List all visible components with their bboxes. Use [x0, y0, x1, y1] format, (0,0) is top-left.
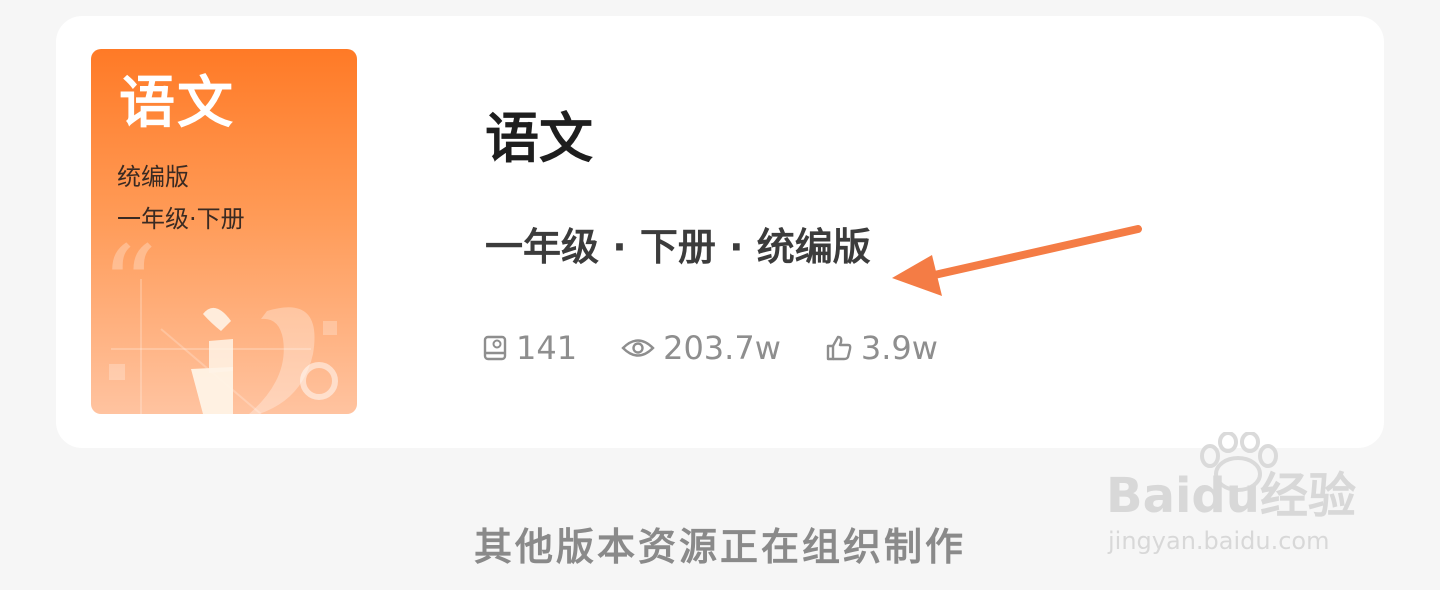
- annotation-arrow-icon: [892, 225, 1142, 296]
- lessons-icon: [483, 335, 507, 361]
- stat-likes[interactable]: 3.9w: [825, 329, 938, 367]
- book-meta: 一年级 · 下册 · 统编版: [485, 225, 871, 269]
- textbook-card[interactable]: 语文 统编版 一年级·下册 “ 语文 一年级 · 下册 · 统编版 141 20…: [56, 16, 1384, 448]
- watermark-url: jingyan.baidu.com: [1108, 527, 1330, 555]
- stats-row: 141 203.7w 3.9w: [482, 328, 982, 368]
- cover-title: 语文: [119, 70, 235, 136]
- cover-illustration: “: [101, 239, 338, 414]
- view-count: 203.7w: [663, 329, 781, 367]
- stat-lessons: 141: [482, 329, 577, 367]
- eye-icon: [621, 339, 655, 357]
- book-title[interactable]: 语文: [485, 112, 593, 166]
- svg-text:“: “: [101, 239, 157, 350]
- thumbs-up-icon[interactable]: [825, 334, 853, 362]
- cover-grade: 一年级·下册: [117, 205, 245, 233]
- cover-edition: 统编版: [117, 163, 189, 191]
- watermark-logo: Baidu经验: [1106, 468, 1356, 524]
- lesson-count: 141: [516, 329, 578, 367]
- like-count: 3.9w: [860, 329, 938, 367]
- book-cover[interactable]: 语文 统编版 一年级·下册 “: [91, 49, 357, 414]
- stat-views: 203.7w: [621, 329, 781, 367]
